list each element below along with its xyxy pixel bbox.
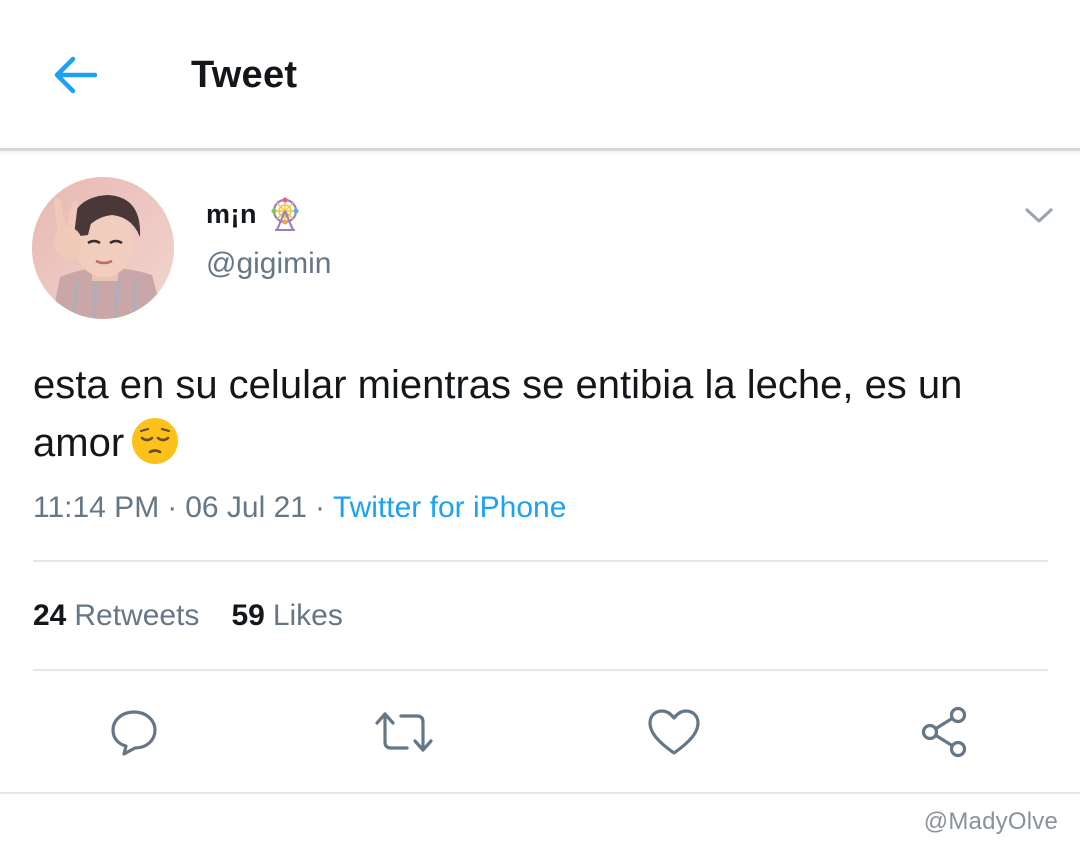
likes-count: 59 [231,599,265,632]
retweet-icon [375,712,433,752]
tweet-stats: 24 Retweets 59 Likes [33,596,343,636]
retweets-label: Retweets [74,599,200,632]
avatar-image [32,177,174,319]
author-name: m¡n [206,198,257,229]
retweets-count: 24 [33,599,67,632]
tweet-date: 06 Jul 21 [185,491,307,524]
tweet-time: 11:14 PM [33,491,160,524]
chevron-down-icon [1025,208,1053,223]
pensive-face-emoji [132,418,179,464]
tweet-text: esta en su celular mientras se entibia l… [33,356,1033,472]
likes-stat[interactable]: 59 Likes [231,596,342,636]
share-button[interactable] [912,700,976,764]
retweets-stat[interactable]: 24 Retweets [33,596,199,636]
back-button[interactable] [46,50,102,100]
page-title: Tweet [191,54,298,96]
meta-separator: · [167,491,178,524]
tweet-actions [0,700,1080,764]
retweet-button[interactable] [372,700,436,764]
likes-label: Likes [272,599,343,632]
more-options-button[interactable] [1018,200,1060,232]
divider [33,560,1048,562]
tweet-meta: 11:14 PM · 06 Jul 21 · Twitter for iPhone [33,488,566,528]
reply-button[interactable] [102,700,166,764]
divider [0,792,1080,794]
ferris-wheel-emoji [271,197,299,231]
watermark: @MadyOlve [923,808,1058,835]
like-button[interactable] [642,700,706,764]
like-icon [648,709,700,755]
meta-separator: · [314,491,325,524]
avatar[interactable] [32,177,174,319]
author-handle[interactable]: @gigimin [206,247,332,281]
top-app-bar: Tweet [0,0,1080,151]
share-icon [921,706,967,758]
divider [33,669,1048,671]
tweet-source-link[interactable]: Twitter for iPhone [333,491,566,524]
reply-icon [111,710,157,756]
arrow-left-icon [54,56,97,94]
author-name-row[interactable]: m¡n [206,194,303,234]
